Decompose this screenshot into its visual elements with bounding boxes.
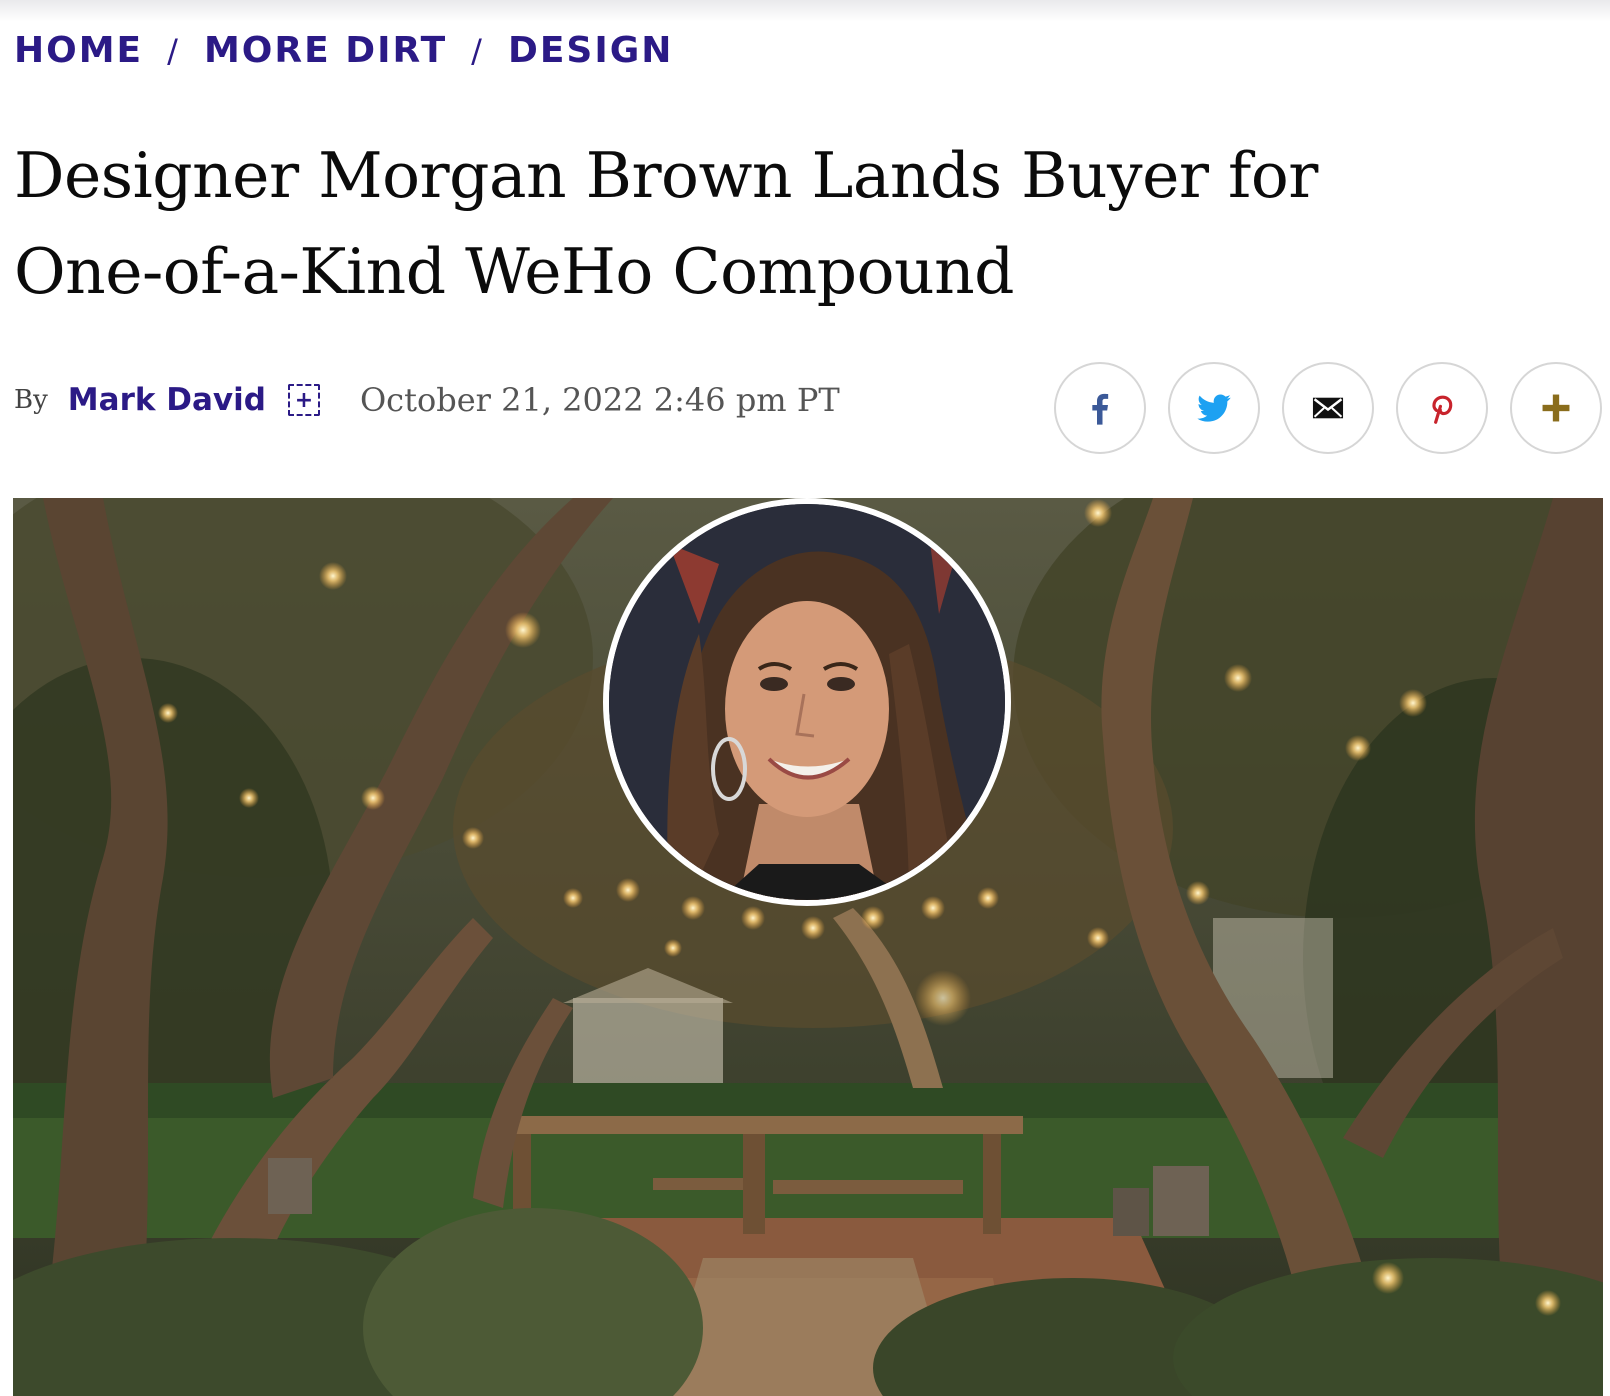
title-line-1: Designer Morgan Brown Lands Buyer for (14, 139, 1318, 212)
share-bar (1054, 362, 1602, 454)
breadcrumb-separator: / (167, 31, 180, 70)
breadcrumb-more-dirt[interactable]: MORE DIRT (204, 30, 447, 71)
share-email-button[interactable] (1282, 362, 1374, 454)
plus-icon (1542, 394, 1570, 422)
pinterest-icon (1432, 395, 1453, 424)
follow-author-icon[interactable]: + (287, 384, 320, 416)
publish-date: October 21, 2022 2:46 pm PT (359, 381, 840, 419)
breadcrumb-separator: / (471, 31, 484, 70)
share-facebook-button[interactable] (1054, 362, 1146, 454)
email-icon (1312, 397, 1344, 419)
share-more-button[interactable] (1510, 362, 1602, 454)
breadcrumb-home[interactable]: HOME (14, 30, 143, 71)
breadcrumb-design[interactable]: DESIGN (508, 30, 673, 71)
title-line-2: One-of-a-Kind WeHo Compound (14, 235, 1014, 308)
by-label: By (14, 385, 48, 415)
portrait-image (609, 504, 1005, 900)
author-link[interactable]: Mark David (68, 382, 266, 418)
top-shadow (0, 0, 1610, 22)
facebook-icon (1092, 393, 1109, 425)
twitter-icon (1197, 394, 1231, 422)
byline: By Mark David + October 21, 2022 2:46 pm… (14, 378, 840, 422)
share-twitter-button[interactable] (1168, 362, 1260, 454)
page-title: Designer Morgan Brown Lands Buyer for On… (14, 128, 1574, 320)
designer-portrait (603, 498, 1011, 906)
breadcrumb: HOME / MORE DIRT / DESIGN (14, 30, 673, 71)
article-page: HOME / MORE DIRT / DESIGN Designer Morga… (0, 0, 1610, 1396)
hero-image (13, 498, 1603, 1396)
share-pinterest-button[interactable] (1396, 362, 1488, 454)
